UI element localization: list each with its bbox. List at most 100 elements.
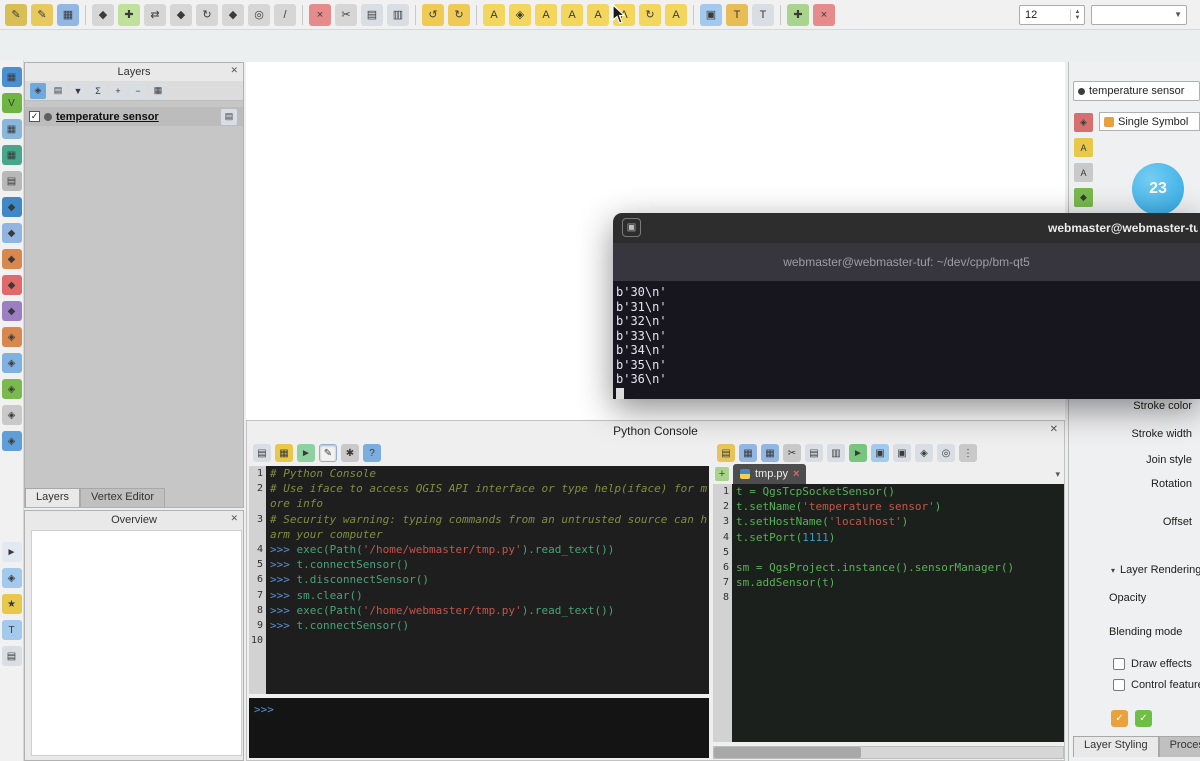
delete-field-icon[interactable]: × bbox=[813, 4, 835, 26]
paste-features-icon[interactable]: ▥ bbox=[387, 4, 409, 26]
close-icon[interactable]: ✕ bbox=[230, 65, 238, 76]
digitize-with-segment-icon[interactable]: ◆ bbox=[92, 4, 114, 26]
add-mesh-layer-icon[interactable]: ▦ bbox=[2, 145, 22, 165]
filter-legend-icon[interactable]: ▼ bbox=[70, 83, 86, 99]
move-feature-icon[interactable]: ⇄ bbox=[144, 4, 166, 26]
form-annotation-tool-icon[interactable]: ▤ bbox=[2, 646, 22, 666]
open-layer-styling-icon[interactable]: ◈ bbox=[30, 83, 46, 99]
show-hide-labels-icon[interactable]: A bbox=[587, 4, 609, 26]
rendering-order-checkbox-row[interactable]: Control feature rendering order bbox=[1113, 679, 1200, 691]
expand-all-icon[interactable]: + bbox=[110, 83, 126, 99]
simplify-feature-icon[interactable]: ◆ bbox=[222, 4, 244, 26]
clear-console-icon[interactable]: ▤ bbox=[253, 444, 271, 462]
show-editor-icon[interactable]: ✎ bbox=[319, 444, 337, 462]
new-script-icon[interactable]: + bbox=[715, 467, 729, 481]
save-layer-edits-icon[interactable]: ▦ bbox=[57, 4, 79, 26]
layer-diagram-options-icon[interactable]: ◈ bbox=[509, 4, 531, 26]
tab-layers[interactable]: Layers bbox=[25, 488, 80, 507]
scrollbar-handle[interactable] bbox=[714, 747, 861, 758]
symbology-tab-icon[interactable]: ◈ bbox=[1074, 113, 1093, 132]
open-script-icon[interactable]: ▤ bbox=[717, 444, 735, 462]
mask-tab-icon[interactable]: A bbox=[1074, 163, 1093, 182]
apply-style-button[interactable]: ✓ bbox=[1135, 710, 1152, 727]
form-annotation-icon[interactable]: T bbox=[752, 4, 774, 26]
3d-view-tab-icon[interactable]: ◆ bbox=[1074, 188, 1093, 207]
add-delimited-text-layer-icon[interactable]: ▤ bbox=[2, 171, 22, 191]
symbol-type-combo[interactable]: Single Symbol bbox=[1099, 112, 1200, 131]
tab-close-icon[interactable]: × bbox=[793, 468, 799, 480]
editor-options-icon[interactable]: ⋮ bbox=[959, 444, 977, 462]
comment-icon[interactable]: ▣ bbox=[871, 444, 889, 462]
font-units-combo[interactable]: ▼ bbox=[1091, 5, 1187, 25]
current-edits-icon[interactable]: ✎ bbox=[5, 4, 27, 26]
add-raster-layer-icon[interactable]: ▦ bbox=[2, 119, 22, 139]
chevron-down-icon[interactable]: ▾ bbox=[1055, 469, 1064, 480]
console-output-area[interactable]: 1# Python Console2# Use iface to access … bbox=[249, 466, 709, 694]
cut-features-icon[interactable]: ✂ bbox=[335, 4, 357, 26]
find-text-icon[interactable]: ◎ bbox=[937, 444, 955, 462]
svg-annotation-icon[interactable]: ★ bbox=[2, 594, 22, 614]
map-tips-icon[interactable]: ▣ bbox=[700, 4, 722, 26]
text-annotation-icon[interactable]: T bbox=[726, 4, 748, 26]
change-label-properties-icon[interactable]: A bbox=[665, 4, 687, 26]
save-script-icon[interactable]: ▦ bbox=[739, 444, 757, 462]
rotate-feature-icon[interactable]: ↻ bbox=[196, 4, 218, 26]
symbol-preview-marker[interactable]: 23 bbox=[1132, 163, 1184, 215]
console-options-icon[interactable]: ✱ bbox=[341, 444, 359, 462]
add-ring-icon[interactable]: ◎ bbox=[248, 4, 270, 26]
python-console-input[interactable]: >>> bbox=[249, 698, 709, 758]
vertex-tool-icon[interactable]: ◆ bbox=[170, 4, 192, 26]
new-terminal-tab-icon[interactable]: ▣ bbox=[622, 218, 641, 237]
data-source-manager-icon[interactable]: ▦ bbox=[2, 67, 22, 87]
split-features-icon[interactable]: / bbox=[274, 4, 296, 26]
new-virtual-field-icon[interactable]: ✚ bbox=[787, 4, 809, 26]
spin-arrows-icon[interactable]: ▲▼ bbox=[1070, 9, 1084, 21]
layer-name[interactable]: temperature sensor bbox=[56, 111, 159, 123]
cut-icon[interactable]: ✂ bbox=[783, 444, 801, 462]
terminal-window[interactable]: ▣ webmaster@webmaster-tuf: ~/dev/cpp/bm-… bbox=[613, 213, 1200, 399]
uncomment-icon[interactable]: ▣ bbox=[893, 444, 911, 462]
terminal-titlebar[interactable]: ▣ webmaster@webmaster-tuf: ~/dev/cpp/bm-… bbox=[613, 213, 1200, 243]
add-point-feature-icon[interactable]: ✚ bbox=[118, 4, 140, 26]
close-icon[interactable]: ✕ bbox=[230, 513, 238, 524]
select-annotation-icon[interactable]: ► bbox=[2, 542, 22, 562]
run-command-icon[interactable]: ► bbox=[297, 444, 315, 462]
add-mssql-layer-icon[interactable]: ◆ bbox=[2, 249, 22, 269]
collapse-all-icon[interactable]: − bbox=[130, 83, 146, 99]
add-group-icon[interactable]: ▤ bbox=[50, 83, 66, 99]
add-wfs-layer-icon[interactable]: ◈ bbox=[2, 379, 22, 399]
checkbox[interactable] bbox=[1113, 679, 1125, 691]
live-update-toggle[interactable]: ✓ bbox=[1111, 710, 1128, 727]
add-xyz-layer-icon[interactable]: ◈ bbox=[2, 405, 22, 425]
save-script-as-icon[interactable]: ▦ bbox=[761, 444, 779, 462]
labels-tab-icon[interactable]: A bbox=[1074, 138, 1093, 157]
html-annotation-icon[interactable]: ◈ bbox=[2, 568, 22, 588]
highlight-labels-icon[interactable]: A bbox=[535, 4, 557, 26]
rotate-label-icon[interactable]: ↻ bbox=[639, 4, 661, 26]
add-arcgis-layer-icon[interactable]: ◈ bbox=[2, 431, 22, 451]
add-virtual-layer-icon[interactable]: ◆ bbox=[2, 301, 22, 321]
layer-rendering-section-header[interactable]: ▾ Layer Rendering bbox=[1111, 564, 1200, 576]
redo-icon[interactable]: ↻ bbox=[448, 4, 470, 26]
copy-icon[interactable]: ▤ bbox=[805, 444, 823, 462]
close-icon[interactable]: ✕ bbox=[1050, 424, 1058, 435]
tab-layer-styling[interactable]: Layer Styling bbox=[1073, 736, 1159, 757]
tab-processing-toolbox[interactable]: Processing Toolbox bbox=[1159, 736, 1200, 757]
tab-tmp-py[interactable]: tmp.py × bbox=[733, 464, 806, 484]
add-oracle-layer-icon[interactable]: ◆ bbox=[2, 275, 22, 295]
add-vector-layer-icon[interactable]: V bbox=[2, 93, 22, 113]
text-annotation-tool-icon[interactable]: T bbox=[2, 620, 22, 640]
add-wcs-layer-icon[interactable]: ◈ bbox=[2, 353, 22, 373]
layer-visibility-checkbox[interactable]: ✓ bbox=[29, 111, 40, 122]
script-editor-area[interactable]: 1t = QgsTcpSocketSensor()2t.setName('tem… bbox=[713, 484, 1064, 742]
console-help-icon[interactable]: ? bbox=[363, 444, 381, 462]
filter-by-expression-icon[interactable]: Σ bbox=[90, 83, 106, 99]
tab-vertex-editor[interactable]: Vertex Editor bbox=[80, 488, 165, 507]
draw-effects-checkbox-row[interactable]: Draw effects bbox=[1113, 658, 1192, 670]
pin-unpin-labels-icon[interactable]: A bbox=[561, 4, 583, 26]
delete-selected-icon[interactable]: × bbox=[309, 4, 331, 26]
remove-layer-icon[interactable]: ▦ bbox=[150, 83, 166, 99]
object-inspector-icon[interactable]: ◈ bbox=[915, 444, 933, 462]
layer-labeling-options-icon[interactable]: A bbox=[483, 4, 505, 26]
copy-features-icon[interactable]: ▤ bbox=[361, 4, 383, 26]
